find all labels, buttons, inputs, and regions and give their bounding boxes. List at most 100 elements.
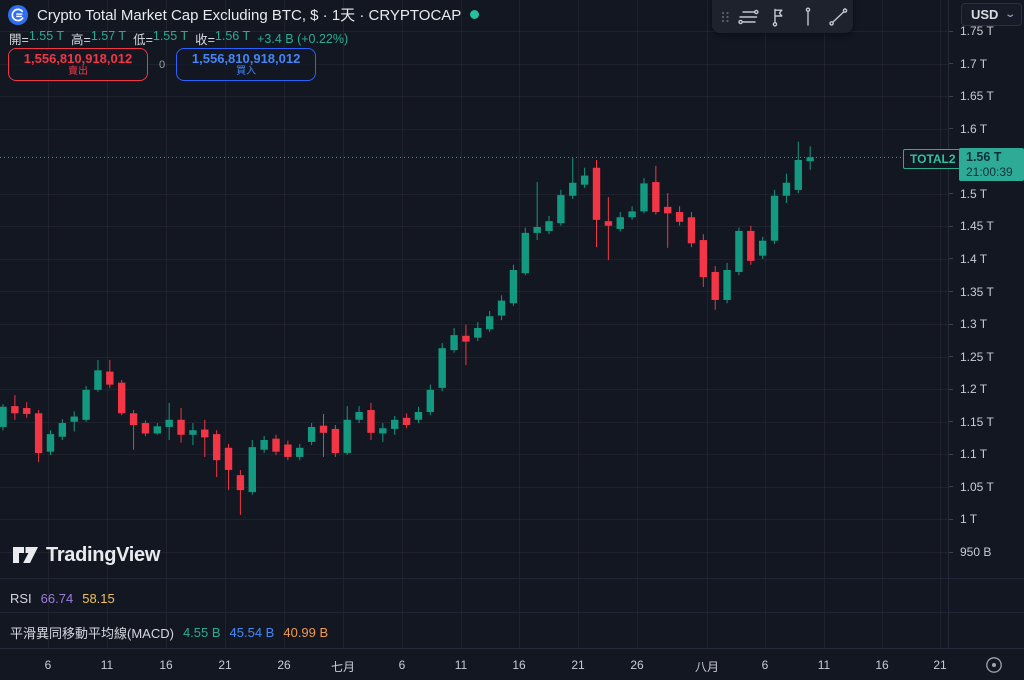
candle-body xyxy=(296,448,303,457)
open-label: 開= xyxy=(9,29,29,48)
close-value: 1.56 T xyxy=(215,29,250,48)
rsi-indicator-legend[interactable]: RSI 66.7458.15 xyxy=(10,591,115,606)
candle-body xyxy=(0,407,7,427)
flag-tool-icon[interactable] xyxy=(764,3,792,31)
price-tick-mark xyxy=(949,31,953,32)
candle-body xyxy=(59,423,66,437)
candle-body xyxy=(308,427,315,442)
candle-body xyxy=(249,447,256,492)
candle-body xyxy=(213,434,220,460)
price-tick-label: 1.65 T xyxy=(960,89,994,103)
toolbar-drag-handle-icon[interactable] xyxy=(718,5,732,29)
buy-button[interactable]: 1,556,810,918,012 買入 xyxy=(176,48,316,81)
candle-body xyxy=(593,168,600,220)
change-value: +3.4 B (+0.22%) xyxy=(257,32,348,46)
time-tick-label: 26 xyxy=(630,658,643,672)
price-tick-label: 1.3 T xyxy=(960,317,987,331)
candle-body xyxy=(795,160,802,190)
macd-indicator-legend[interactable]: 平滑異同移動平均線(MACD) 4.55 B45.54 B40.99 B xyxy=(10,623,328,642)
ohlc-close: 收= 1.56 T xyxy=(195,29,250,48)
symbol-price-badge: TOTAL2 xyxy=(903,149,963,169)
trade-panel: 1,556,810,918,012 賣出 0 1,556,810,918,012… xyxy=(8,48,316,81)
candle-body xyxy=(225,448,232,470)
vertical-line-tool-icon[interactable] xyxy=(794,3,822,31)
price-tick-mark xyxy=(949,552,953,553)
price-tick-label: 1.35 T xyxy=(960,285,994,299)
time-tick-label: 21 xyxy=(571,658,584,672)
candle-body xyxy=(201,430,208,438)
trend-line-tool-icon[interactable] xyxy=(824,3,852,31)
multi-line-tool-icon[interactable] xyxy=(734,3,762,31)
time-tick-label: 八月 xyxy=(695,658,719,675)
candle-body xyxy=(462,336,469,342)
rsi-value: 58.15 xyxy=(82,591,115,606)
candle-body xyxy=(23,408,30,414)
symbol-title[interactable]: Crypto Total Market Cap Excluding BTC, $… xyxy=(37,4,461,25)
price-tick-mark xyxy=(949,356,953,357)
timezone-settings-icon[interactable] xyxy=(984,655,1004,675)
cryptocap-logo xyxy=(8,5,28,25)
candle-body xyxy=(438,348,445,388)
time-tick-label: 16 xyxy=(875,658,888,672)
close-label: 收= xyxy=(195,29,215,48)
drawing-toolbar xyxy=(712,0,853,33)
candle-body xyxy=(545,221,552,231)
candle-body xyxy=(723,270,730,300)
ohlc-open: 開= 1.55 T xyxy=(9,29,64,48)
candle-body xyxy=(664,207,671,214)
pane-separator[interactable] xyxy=(0,578,1024,579)
candle-body xyxy=(640,183,647,211)
candle-body xyxy=(344,420,351,453)
candle-body xyxy=(676,212,683,222)
sell-button[interactable]: 1,556,810,918,012 賣出 xyxy=(8,48,148,81)
pane-separator[interactable] xyxy=(0,612,1024,613)
candle-body xyxy=(118,383,125,414)
ohlc-legend: 開= 1.55 T 高= 1.57 T 低= 1.55 T 收= 1.56 T … xyxy=(9,29,348,48)
currency-value: USD xyxy=(971,7,998,22)
watermark-text: TradingView xyxy=(46,544,160,567)
candle-body xyxy=(735,231,742,272)
candle-body xyxy=(272,439,279,452)
price-tick-label: 1.15 T xyxy=(960,415,994,429)
candle-body xyxy=(379,428,386,433)
candle-body xyxy=(106,372,113,385)
candle-body xyxy=(367,410,374,433)
macd-value: 40.99 B xyxy=(283,625,328,640)
low-label: 低= xyxy=(133,29,153,48)
price-tick-mark xyxy=(949,63,953,64)
sell-label: 賣出 xyxy=(68,66,88,78)
time-tick-label: 16 xyxy=(159,658,172,672)
market-status-dot-icon[interactable] xyxy=(470,10,479,19)
time-tick-label: 26 xyxy=(277,658,290,672)
candle-body xyxy=(142,423,149,433)
price-tick-label: 1.4 T xyxy=(960,252,987,266)
candle-body xyxy=(700,240,707,277)
sell-price: 1,556,810,918,012 xyxy=(24,52,132,66)
chevron-down-icon: ⌄ xyxy=(1004,9,1016,20)
candle-body xyxy=(391,420,398,429)
high-value: 1.57 T xyxy=(91,29,126,48)
spread-value: 0 xyxy=(159,59,165,71)
candle-body xyxy=(189,430,196,435)
current-price-label: 1.56 T 21:00:39 xyxy=(959,148,1024,181)
price-tick-mark xyxy=(949,96,953,97)
tradingview-chart-window: 1.75 T1.7 T1.65 T1.6 T1.5 T1.45 T1.4 T1.… xyxy=(0,0,1024,680)
candle-body xyxy=(806,157,813,161)
candle-body xyxy=(177,420,184,435)
low-value: 1.55 T xyxy=(153,29,188,48)
price-tick-label: 950 B xyxy=(960,545,991,559)
candle-body xyxy=(522,233,529,273)
candle-body xyxy=(628,211,635,217)
time-axis[interactable]: 611162126七月611162126八月6111621 xyxy=(0,648,1024,680)
price-tick-mark xyxy=(949,193,953,194)
symbol-header: Crypto Total Market Cap Excluding BTC, $… xyxy=(8,4,479,25)
candle-body xyxy=(332,429,339,453)
high-label: 高= xyxy=(71,29,91,48)
candle-body xyxy=(498,301,505,316)
candle-body xyxy=(11,406,18,413)
time-tick-label: 6 xyxy=(45,658,52,672)
time-tick-label: 6 xyxy=(399,658,406,672)
currency-selector[interactable]: USD ⌄ xyxy=(961,3,1022,26)
time-tick-label: 6 xyxy=(762,658,769,672)
price-axis[interactable]: 1.75 T1.7 T1.65 T1.6 T1.5 T1.45 T1.4 T1.… xyxy=(948,0,1024,648)
